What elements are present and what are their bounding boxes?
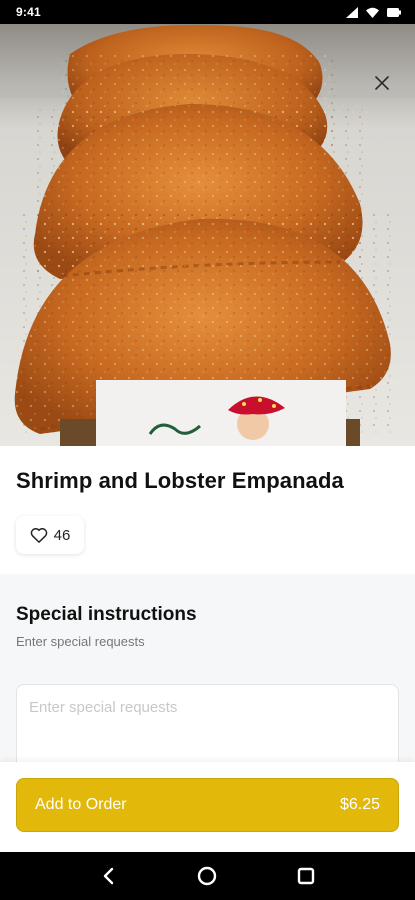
item-photo: [0, 24, 415, 446]
like-count: 46: [53, 526, 71, 544]
close-button[interactable]: [369, 70, 395, 96]
add-to-order-button[interactable]: Add to Order $6.25: [16, 778, 399, 832]
add-to-order-price: $6.25: [339, 796, 380, 813]
action-bar: Add to Order $6.25: [0, 762, 415, 852]
system-nav-bar: [0, 852, 415, 900]
item-title: Shrimp and Lobster Empanada: [16, 468, 344, 493]
signal-icon: [346, 6, 358, 18]
close-icon: [375, 76, 389, 90]
nav-back-button[interactable]: [89, 856, 129, 896]
special-instructions-subtitle: Enter special requests: [16, 634, 145, 649]
status-time: 9:41: [16, 5, 41, 19]
back-icon: [103, 867, 114, 885]
battery-icon: [387, 7, 401, 18]
like-button[interactable]: 46: [16, 516, 84, 554]
recents-icon: [297, 867, 315, 885]
status-icons: [346, 6, 401, 18]
empanada-photo-illustration: [0, 24, 415, 446]
status-bar: 9:41: [0, 0, 415, 24]
nav-recents-button[interactable]: [286, 856, 326, 896]
item-details: Shrimp and Lobster Empanada 46: [0, 446, 415, 574]
nav-home-button[interactable]: [187, 856, 227, 896]
special-instructions-section: Special instructions Enter special reque…: [0, 574, 415, 774]
home-icon: [198, 866, 217, 886]
special-instructions-title: Special instructions: [16, 604, 197, 625]
special-requests-input[interactable]: [16, 684, 399, 774]
wifi-icon: [366, 7, 379, 18]
heart-outline-icon: [30, 527, 47, 543]
add-to-order-label: Add to Order: [35, 796, 127, 813]
